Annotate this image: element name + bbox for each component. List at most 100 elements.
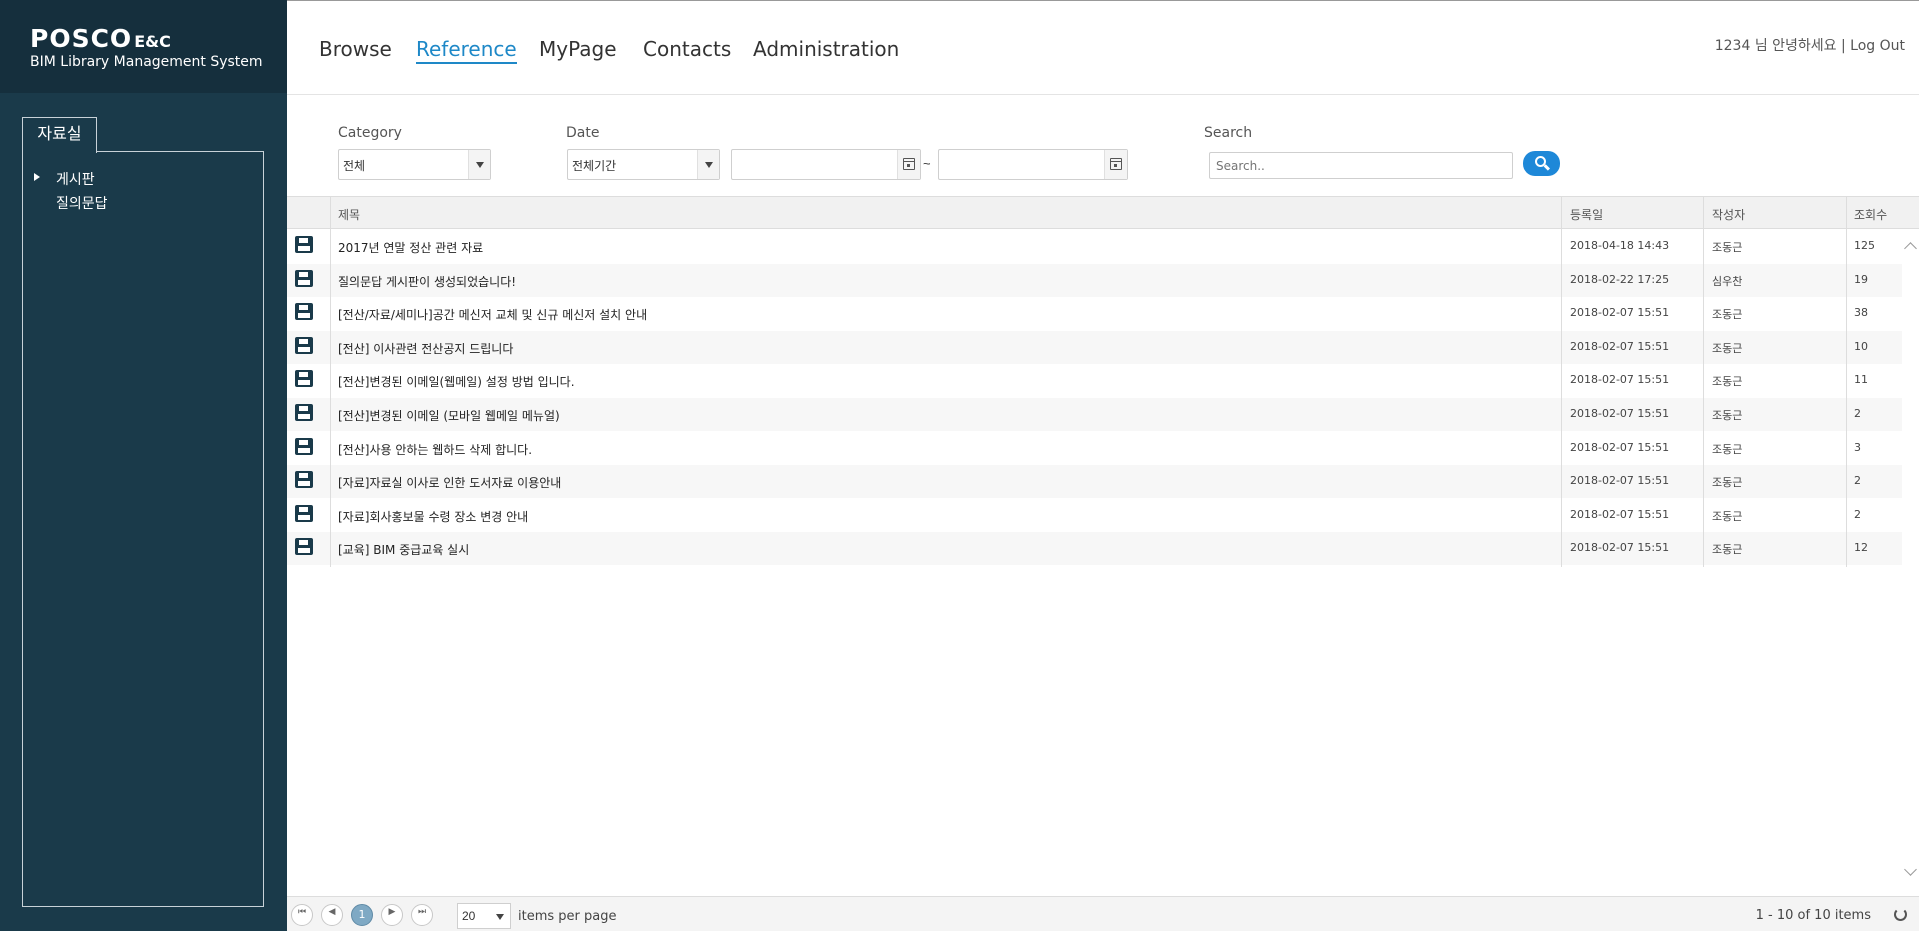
row-author: 조동근: [1712, 509, 1743, 523]
panel-tab-reference-room[interactable]: 자료실: [22, 117, 97, 153]
nav-administration[interactable]: Administration: [753, 37, 899, 61]
row-date: 2018-02-07 15:51: [1570, 339, 1670, 353]
current-page-button[interactable]: 1: [351, 904, 373, 926]
search-input[interactable]: [1209, 152, 1513, 179]
row-title[interactable]: 질의문답 게시판이 생성되었습니다!: [338, 273, 516, 290]
row-title[interactable]: [교육] BIM 중급교육 실시: [338, 541, 469, 558]
row-title[interactable]: [자료]회사홍보물 수령 장소 변경 안내: [338, 508, 528, 525]
save-disk-icon[interactable]: [295, 538, 313, 556]
date-to-input[interactable]: [938, 149, 1128, 180]
row-date: 2018-02-07 15:51: [1570, 440, 1670, 454]
first-page-button[interactable]: ⏮: [291, 904, 313, 926]
row-date: 2018-02-07 15:51: [1570, 474, 1670, 488]
table-row[interactable]: [자료]회사홍보물 수령 장소 변경 안내 2018-02-07 15:51 조동근…: [287, 499, 1902, 532]
table-row[interactable]: [전산]변경된 이메일(웹메일) 설정 방법 입니다. 2018-02-07 15…: [287, 364, 1902, 397]
category-dropdown[interactable]: 전체: [338, 149, 491, 180]
table-row[interactable]: [전산/자료/세미나]공간 메신저 교체 및 신규 메신저 설치 안내 2018-…: [287, 297, 1902, 330]
row-title[interactable]: [전산/자료/세미나]공간 메신저 교체 및 신규 메신저 설치 안내: [338, 306, 647, 323]
save-disk-icon[interactable]: [295, 504, 313, 522]
table-row[interactable]: [전산]변경된 이메일 (모바일 웹메일 메뉴얼) 2018-02-07 15:5…: [287, 398, 1902, 431]
pager: ⏮ ◀ 1 ▶ ⏭ 20 items per page 1 - 10 of 10…: [287, 896, 1919, 931]
column-author[interactable]: 작성자: [1712, 206, 1745, 223]
calendar-button[interactable]: [897, 150, 920, 179]
row-views: 2: [1854, 507, 1861, 521]
column-date[interactable]: 등록일: [1570, 206, 1603, 223]
first-page-icon: ⏮: [297, 907, 307, 917]
sidebar: POSCO E&C BIM Library Management System 자…: [0, 0, 287, 931]
chevron-down-icon: [705, 162, 713, 168]
top-nav: Browse Reference MyPage Contacts Adminis…: [287, 0, 1919, 95]
row-views: 2: [1854, 407, 1861, 420]
save-disk-icon[interactable]: [295, 404, 313, 421]
tree-item-label: 게시판: [56, 172, 95, 188]
date-separator: ~: [923, 156, 931, 171]
logo[interactable]: POSCO E&C: [30, 24, 171, 53]
tree-item-bulletin[interactable]: 게시판: [34, 169, 95, 189]
row-title[interactable]: [전산]변경된 이메일(웹메일) 설정 방법 입니다.: [338, 373, 575, 390]
item-count: 1 - 10 of 10 items: [1755, 908, 1871, 923]
table-row[interactable]: [자료]자료실 이사로 인한 도서자료 이용안내 2018-02-07 15:51…: [287, 465, 1902, 499]
dropdown-button[interactable]: [697, 150, 719, 179]
row-author: 조동근: [1712, 476, 1743, 490]
expand-arrow-icon[interactable]: [34, 173, 40, 181]
column-views[interactable]: 조회수: [1854, 206, 1887, 223]
row-views: 2: [1854, 474, 1861, 488]
current-page-number: 1: [358, 908, 366, 921]
row-views: 3: [1854, 440, 1861, 454]
nav-mypage[interactable]: MyPage: [539, 37, 617, 61]
row-author: 조동근: [1712, 375, 1743, 389]
nav-reference[interactable]: Reference: [416, 37, 517, 64]
nav-contacts[interactable]: Contacts: [643, 37, 731, 61]
row-title[interactable]: [자료]자료실 이사로 인한 도서자료 이용안내: [338, 474, 561, 491]
save-disk-icon[interactable]: [295, 437, 313, 455]
category-value: 전체: [343, 159, 366, 173]
nav-browse[interactable]: Browse: [319, 37, 392, 61]
table-row[interactable]: 질의문답 게시판이 생성되었습니다! 2018-02-22 17:25 심우찬 19: [287, 263, 1902, 297]
row-author: 조동근: [1712, 543, 1743, 557]
table-row[interactable]: 2017년 연말 정산 관련 자료 2018-04-18 14:43 조동근 125: [287, 230, 1902, 263]
prev-page-icon: ◀: [328, 907, 336, 917]
next-page-button[interactable]: ▶: [381, 904, 403, 926]
save-disk-icon[interactable]: [295, 236, 313, 253]
search-button[interactable]: [1523, 151, 1560, 176]
per-page-label: items per page: [518, 909, 617, 924]
tree-item-label: 질의문답: [56, 196, 108, 212]
row-author: 조동근: [1712, 241, 1743, 254]
row-title[interactable]: [전산]사용 안하는 웹하드 삭제 합니다.: [338, 441, 532, 458]
row-date: 2018-02-07 15:51: [1570, 541, 1670, 555]
user-greeting-logout[interactable]: 1234 님 안녕하세요 | Log Out: [1715, 35, 1905, 55]
row-views: 10: [1854, 339, 1868, 353]
row-title[interactable]: [전산] 이사관련 전산공지 드립니다: [338, 340, 513, 357]
per-page-dropdown[interactable]: 20: [457, 903, 511, 929]
date-from-input[interactable]: [731, 149, 921, 180]
row-date: 2018-02-07 15:51: [1570, 306, 1670, 320]
dropdown-button[interactable]: [468, 150, 490, 179]
prev-page-button[interactable]: ◀: [321, 904, 343, 926]
save-disk-icon[interactable]: [295, 370, 313, 388]
row-author: 심우찬: [1712, 274, 1743, 288]
chevron-down-icon: [476, 162, 484, 168]
calendar-button[interactable]: [1104, 150, 1127, 179]
row-views: 19: [1854, 272, 1868, 286]
logo-main: POSCO: [30, 24, 133, 53]
date-range-dropdown[interactable]: 전체기간: [567, 149, 720, 180]
table-row[interactable]: [교육] BIM 중급교육 실시 2018-02-07 15:51 조동근 12: [287, 532, 1902, 566]
logo-suffix: E&C: [134, 32, 171, 51]
row-title[interactable]: [전산]변경된 이메일 (모바일 웹메일 메뉴얼): [338, 407, 560, 424]
column-title[interactable]: 제목: [338, 206, 360, 223]
save-disk-icon[interactable]: [295, 471, 313, 489]
reference-table: 제목 등록일 작성자 조회수 2017년 연말 정산 관련 자료 2018-04-…: [287, 196, 1919, 896]
row-title[interactable]: 2017년 연말 정산 관련 자료: [338, 239, 483, 256]
table-row[interactable]: [전산]사용 안하는 웹하드 삭제 합니다. 2018-02-07 15:51 조동…: [287, 432, 1902, 465]
per-page-value: 20: [462, 909, 476, 923]
table-row[interactable]: [전산] 이사관련 전산공지 드립니다 2018-02-07 15:51 조동근 10: [287, 330, 1902, 364]
row-date: 2018-04-18 14:43: [1570, 239, 1670, 252]
save-disk-icon[interactable]: [295, 303, 313, 321]
last-page-button[interactable]: ⏭: [411, 904, 433, 926]
save-disk-icon[interactable]: [295, 336, 313, 354]
tree-item-qna[interactable]: 질의문답: [34, 193, 108, 213]
refresh-icon[interactable]: [1894, 908, 1907, 921]
save-disk-icon[interactable]: [295, 269, 313, 287]
row-author: 조동근: [1712, 341, 1743, 355]
table-header: 제목 등록일 작성자 조회수: [287, 197, 1919, 229]
